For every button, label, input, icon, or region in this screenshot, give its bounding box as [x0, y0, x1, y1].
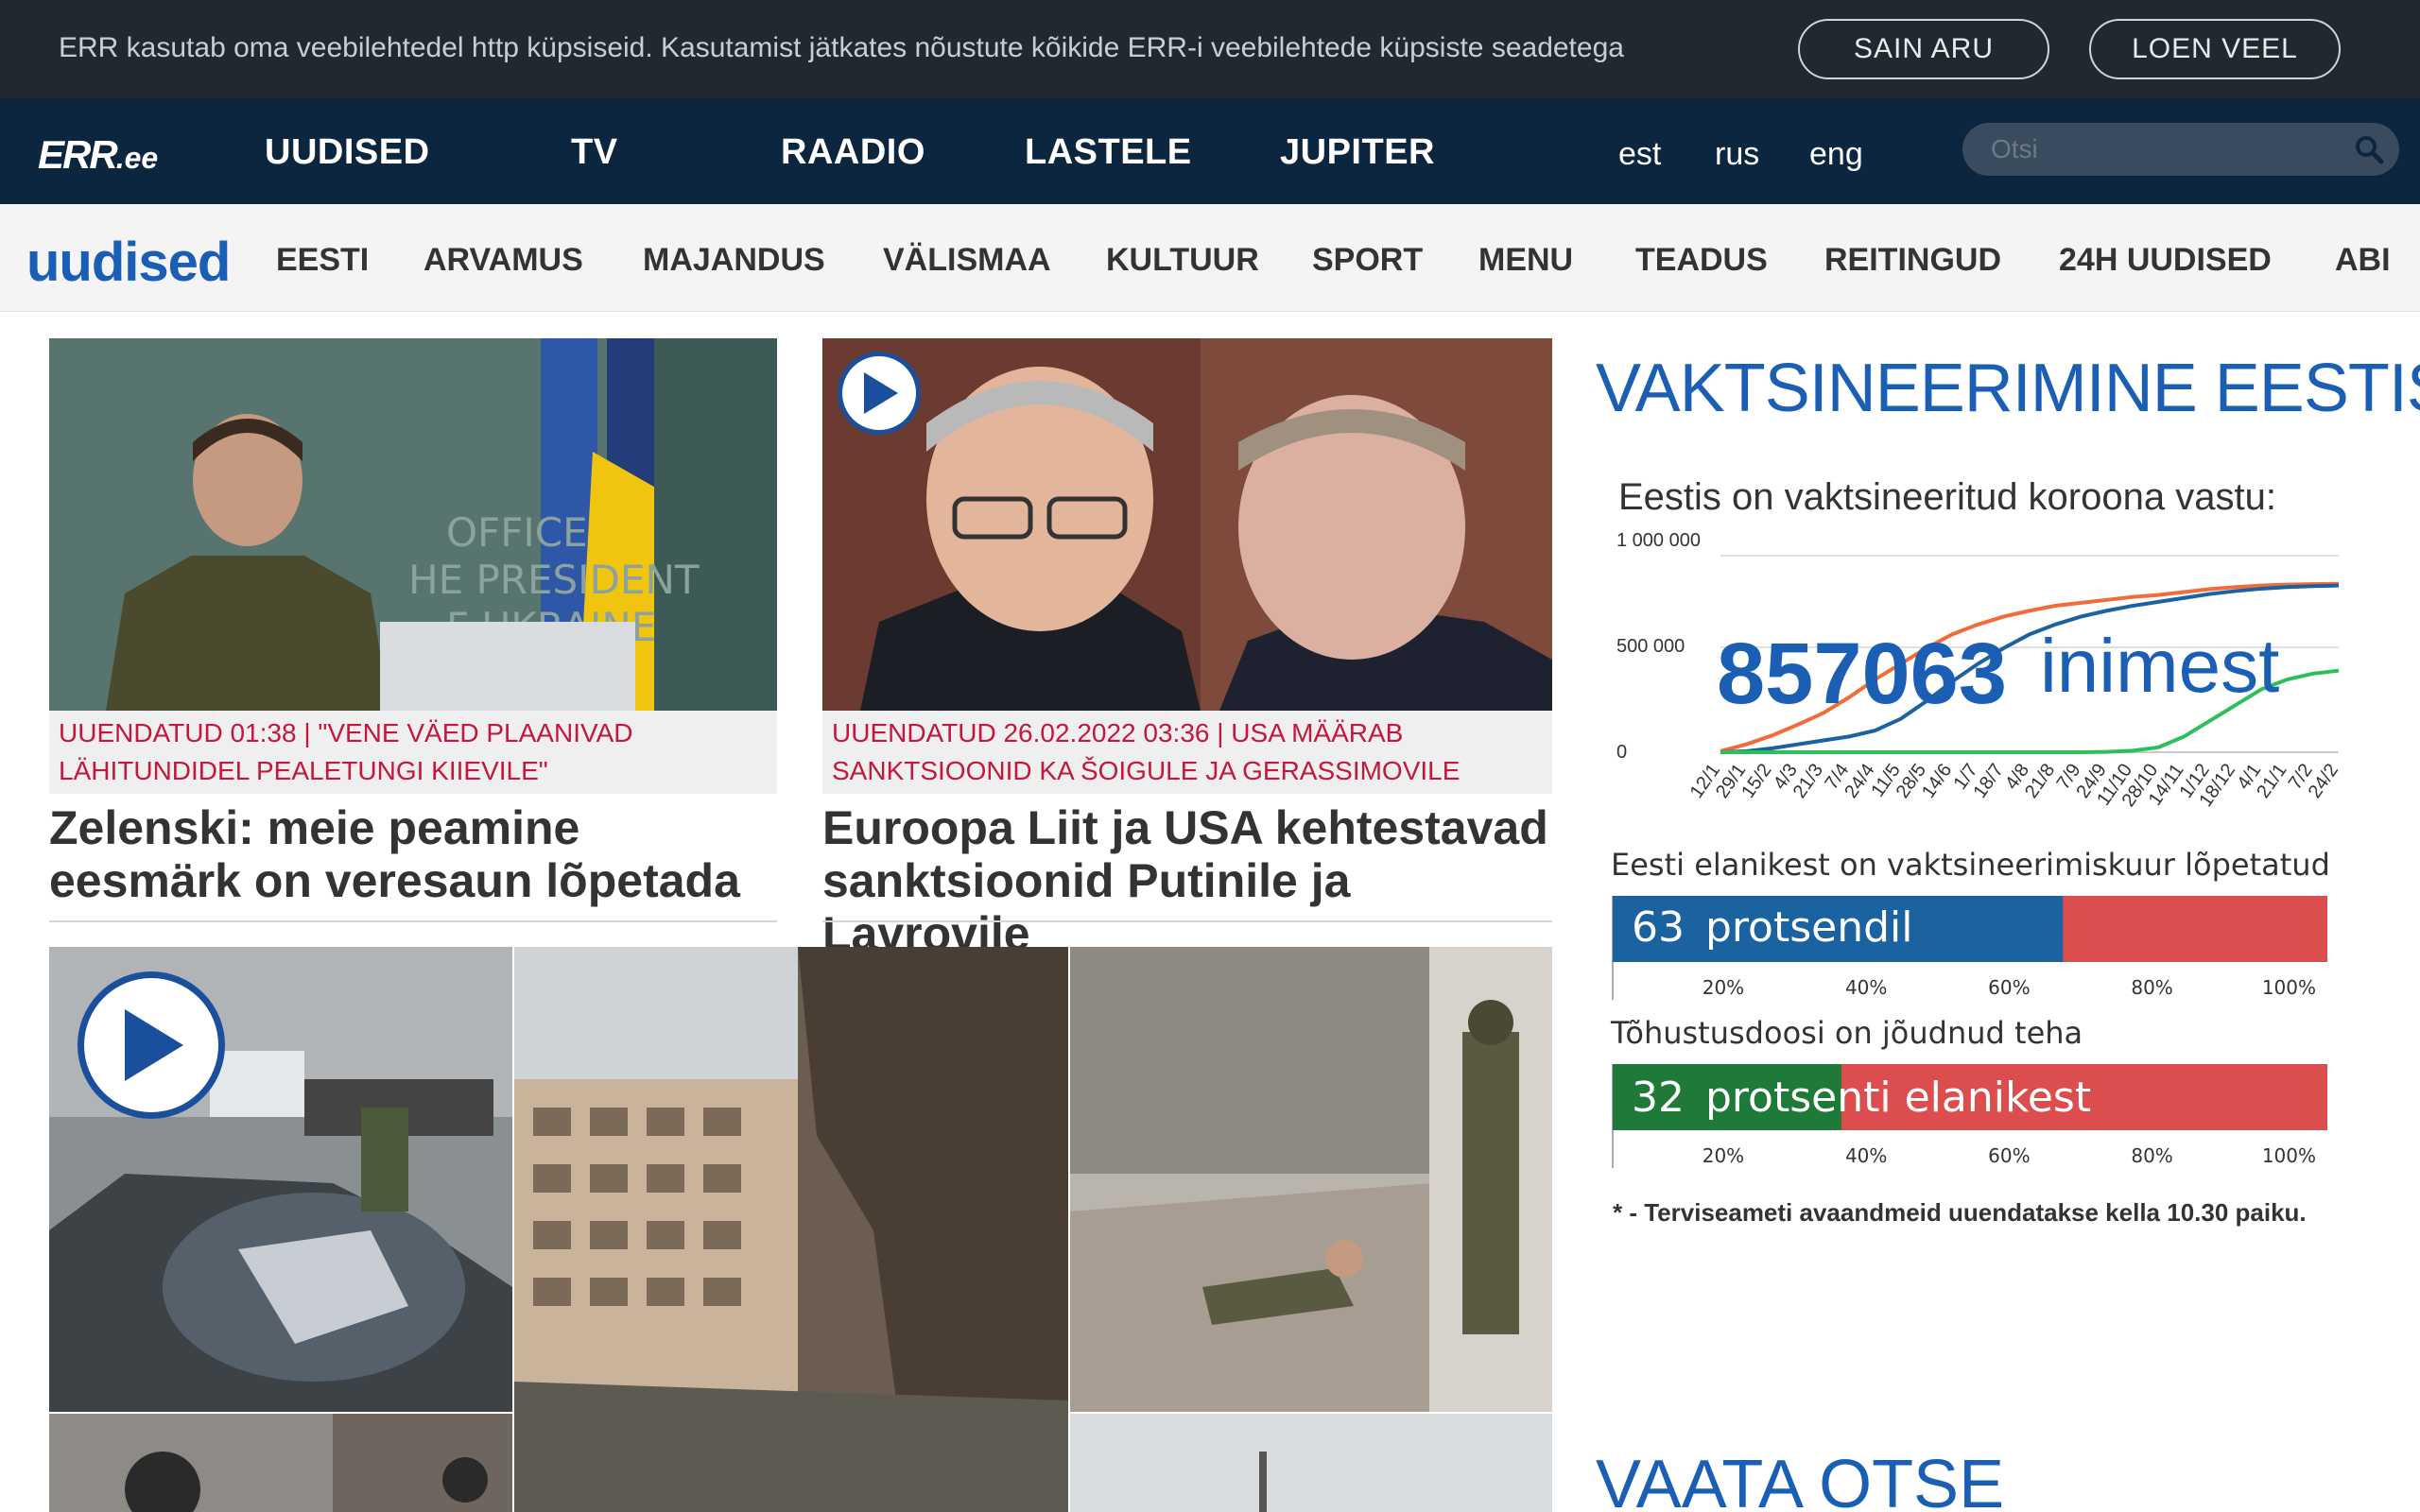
err-logo[interactable]: ERR.ee — [38, 132, 158, 178]
booster-chart: Tõhustusdoosi on jõudnud teha 32 protsen… — [1610, 1015, 2327, 1168]
gallery-image-building[interactable] — [514, 947, 1068, 1512]
booster-label: Tõhustusdoosi on jõudnud teha — [1610, 1015, 2083, 1051]
section-eesti[interactable]: EESTI — [276, 242, 369, 279]
completion-text: protsendil — [1705, 903, 1912, 952]
x-tick-label: 100% — [2262, 1144, 2316, 1167]
vaccination-note: * - Terviseameti avaandmeid uuendatakse … — [1613, 1198, 2307, 1227]
gallery-image-street[interactable] — [1070, 1414, 1552, 1512]
gallery-image-person[interactable] — [49, 1414, 512, 1512]
section-menu[interactable]: MENU — [1478, 242, 1573, 279]
x-tick-label: 60% — [1988, 976, 2030, 999]
nav-lastele[interactable]: LASTELE — [1025, 132, 1192, 173]
x-tick-label: 40% — [1845, 1144, 1887, 1167]
logo-main: ERR — [38, 132, 118, 177]
search-input[interactable] — [1991, 132, 2350, 166]
booster-value: 32 — [1632, 1074, 1685, 1122]
y-tick-label: 1 000 000 — [1616, 530, 1701, 551]
y-tick-label: 500 000 — [1616, 636, 1685, 657]
gallery-image-soldiers[interactable] — [1070, 947, 1552, 1412]
section-reitingud[interactable]: REITINGUD — [1824, 242, 2001, 279]
play-icon — [125, 1009, 183, 1081]
section-teadus[interactable]: TEADUS — [1635, 242, 1768, 279]
article-tag[interactable]: Uuendatud 26.02.2022 03:36 | USA määrab … — [822, 711, 1552, 794]
nav-raadio[interactable]: RAADIO — [781, 132, 925, 173]
svg-text:HE PRESIDENT: HE PRESIDENT — [408, 557, 700, 603]
line-chart: 1 000 000 500 000 0 12/129/115/24/321/37… — [1616, 530, 2342, 811]
section-valismaa[interactable]: VÄLISMAA — [883, 242, 1051, 279]
completion-label: Eesti elanikest on vaktsineerimiskuur lõ… — [1611, 847, 2330, 883]
vaccinated-count: 857063 — [1717, 626, 2007, 722]
x-tick-label: 24/2 — [2305, 760, 2342, 802]
cookie-banner: ERR kasutab oma veebilehtedel http küpsi… — [0, 0, 2420, 98]
y-tick-label: 0 — [1616, 742, 1627, 763]
x-tick-label: 60% — [1988, 1144, 2030, 1167]
x-tick-group: 20% 40% 60% 80% 100% — [1703, 1144, 2316, 1167]
lang-eng[interactable]: eng — [1809, 136, 1863, 173]
svg-text:OFFICE: OFFICE — [446, 509, 588, 556]
cookie-accept-button[interactable]: SAIN ARU — [1798, 19, 2049, 79]
article-title[interactable]: Euroopa Liit ja USA kehtestavad sanktsio… — [822, 801, 1552, 960]
logo-suffix: .ee — [115, 141, 159, 175]
completion-value: 63 — [1632, 903, 1685, 952]
article-image-lavrov-putin[interactable] — [822, 338, 1552, 711]
section-sport[interactable]: SPORT — [1312, 242, 1423, 279]
vaccination-chart: 1 000 000 500 000 0 12/129/115/24/321/37… — [1610, 530, 2342, 1168]
main-navigation: ERR.ee UUDISED TV RAADIO LASTELE JUPITER… — [0, 98, 2420, 204]
section-navigation: uudised EESTI ARVAMUS MAJANDUS VÄLISMAA … — [0, 204, 2420, 312]
vaccinated-unit: inimest — [2040, 624, 2279, 708]
divider — [49, 920, 777, 922]
gallery-image-wreckage[interactable] — [49, 947, 512, 1412]
cookie-text: ERR kasutab oma veebilehtedel http küpsi… — [59, 32, 1624, 63]
section-logo[interactable]: uudised — [26, 231, 231, 294]
x-tick-label: 40% — [1845, 976, 1887, 999]
section-majandus[interactable]: MAJANDUS — [643, 242, 825, 279]
completion-chart: Eesti elanikest on vaktsineerimiskuur lõ… — [1611, 847, 2330, 1000]
section-arvamus[interactable]: ARVAMUS — [424, 242, 583, 279]
x-tick-label: 20% — [1703, 1144, 1744, 1167]
vaccination-title: VAKTSINEERIMINE EESTIS — [1596, 351, 2420, 426]
nav-tv[interactable]: TV — [571, 132, 618, 173]
cookie-read-more-button[interactable]: LOEN VEEL — [2089, 19, 2341, 79]
play-icon — [864, 372, 898, 414]
vaccination-subtitle: Eestis on vaktsineeritud koroona vastu: — [1618, 476, 2276, 518]
search-icon[interactable] — [2354, 134, 2384, 164]
section-kultuur[interactable]: KULTUUR — [1106, 242, 1259, 279]
x-tick-label: 20% — [1703, 976, 1744, 999]
x-tick-label: 100% — [2262, 976, 2316, 999]
search-box — [1962, 123, 2399, 176]
x-tick-group: 12/129/115/24/321/37/424/411/528/514/61/… — [1686, 760, 2342, 811]
nav-uudised[interactable]: UUDISED — [265, 132, 430, 173]
live-title[interactable]: VAATA OTSE — [1596, 1446, 2004, 1512]
divider — [822, 920, 1552, 922]
section-abi[interactable]: ABI — [2335, 242, 2391, 279]
section-24h-uudised[interactable]: 24H UUDISED — [2059, 242, 2272, 279]
play-video-button[interactable] — [78, 971, 225, 1119]
article-tag[interactable]: Uuendatud 01:38 | "Vene väed plaanivad l… — [49, 711, 777, 794]
lang-est[interactable]: est — [1618, 136, 1661, 173]
lang-rus[interactable]: rus — [1715, 136, 1759, 173]
nav-jupiter[interactable]: JUPITER — [1280, 132, 1435, 173]
play-video-button[interactable] — [838, 352, 921, 435]
x-tick-group: 20% 40% 60% 80% 100% — [1703, 976, 2316, 999]
x-tick-label: 80% — [2131, 1144, 2172, 1167]
booster-text: protsenti elanikest — [1705, 1074, 2091, 1122]
article-title[interactable]: Zelenski: meie peamine eesmärk on veresa… — [49, 801, 777, 907]
x-tick-label: 80% — [2131, 976, 2172, 999]
article-image-zelenski[interactable]: OFFICE HE PRESIDENT F UKRAINE — [49, 338, 777, 711]
